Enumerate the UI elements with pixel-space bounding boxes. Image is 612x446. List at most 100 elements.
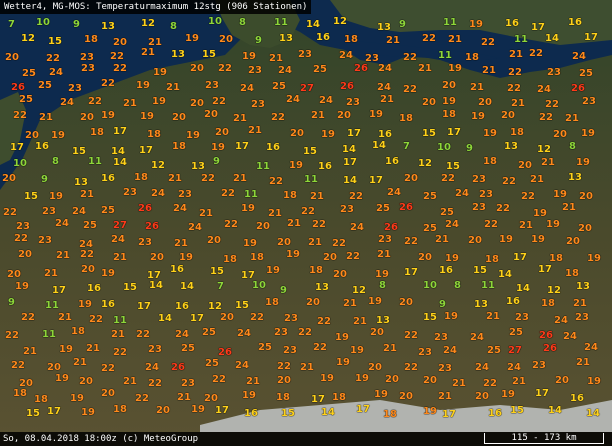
station-temperature: 21: [512, 376, 526, 387]
station-temperature: 22: [5, 330, 19, 341]
station-temperature: 18: [283, 190, 297, 201]
station-temperature: 22: [13, 110, 27, 121]
station-temperature: 17: [447, 127, 461, 138]
station-temperature: 7: [217, 281, 224, 292]
station-temperature: 21: [470, 82, 484, 93]
station-temperature: 9: [280, 285, 287, 296]
station-temperature: 23: [148, 344, 162, 355]
temperature-map: 7 10 9 13 12 8 10 8 11 14 12 13 9 11 19 16 17 16 12 15 18 20 2…: [0, 0, 612, 446]
station-temperature: 21: [311, 110, 325, 121]
station-temperature: 18: [399, 113, 413, 124]
station-temperature: 24: [111, 234, 125, 245]
station-temperature: 22: [89, 314, 103, 325]
station-temperature: 21: [58, 312, 72, 323]
station-temperature: 22: [277, 361, 291, 372]
station-temperature: 13: [171, 49, 185, 60]
station-temperature: 26: [354, 63, 368, 74]
station-temperature: 7: [403, 141, 410, 152]
station-temperature: 24: [55, 218, 69, 229]
station-temperature: 21: [380, 94, 394, 105]
station-temperature: 19: [501, 389, 515, 400]
station-temperature: 25: [313, 64, 327, 75]
station-temperature: 21: [386, 35, 400, 46]
station-temperature: 18: [84, 34, 98, 45]
station-temperature: 14: [586, 408, 600, 419]
station-temperature: 21: [418, 63, 432, 74]
station-temperature: 14: [548, 405, 562, 416]
station-temperature: 27: [113, 220, 127, 231]
station-temperature: 17: [139, 145, 153, 156]
station-temperature: 11: [443, 17, 457, 28]
station-temperature: 21: [141, 47, 155, 58]
station-temperature: 22: [212, 96, 226, 107]
station-temperature: 19: [211, 142, 225, 153]
station-temperature: 23: [479, 189, 493, 200]
station-temperature: 21: [168, 173, 182, 184]
station-temperature: 25: [440, 207, 454, 218]
station-temperature: 19: [186, 130, 200, 141]
station-temperature: 22: [507, 83, 521, 94]
station-temperature: 25: [579, 68, 593, 79]
station-temperature: 24: [72, 206, 86, 217]
map-title: Wetter4, MG-MOS: Temperaturmaximum 12stg…: [0, 0, 312, 14]
station-temperature: 26: [384, 222, 398, 233]
station-temperature: 17: [52, 285, 66, 296]
station-temperature: 21: [23, 346, 37, 357]
station-temperature: 16: [318, 161, 332, 172]
station-temperature: 21: [123, 376, 137, 387]
station-temperature: 17: [538, 264, 552, 275]
station-temperature: 24: [572, 51, 586, 62]
station-temperature: 15: [48, 36, 62, 47]
station-temperature: 24: [554, 315, 568, 326]
station-temperature: 22: [313, 342, 327, 353]
station-temperature: 20: [422, 97, 436, 108]
station-temperature: 19: [49, 191, 63, 202]
station-temperature: 15: [123, 282, 137, 293]
station-temperature: 19: [444, 311, 458, 322]
station-temperature: 15: [24, 191, 38, 202]
station-temperature: 21: [111, 329, 125, 340]
station-temperature: 24: [188, 222, 202, 233]
station-temperature: 24: [470, 332, 484, 343]
station-temperature: 16: [568, 17, 582, 28]
station-temperature: 13: [377, 22, 391, 33]
station-temperature: 19: [241, 203, 255, 214]
station-temperature: 11: [438, 50, 452, 61]
station-temperature: 8: [569, 141, 576, 152]
station-temperature: 21: [377, 249, 391, 260]
station-temperature: 21: [486, 311, 500, 322]
station-temperature: 21: [573, 298, 587, 309]
station-temperature: 24: [319, 95, 333, 106]
station-temperature: 23: [472, 202, 486, 213]
station-temperature: 19: [70, 393, 84, 404]
station-temperature: 19: [179, 252, 193, 263]
station-temperature: 20: [418, 252, 432, 263]
station-temperature: 22: [101, 363, 115, 374]
station-temperature: 21: [246, 376, 260, 387]
station-temperature: 23: [138, 237, 152, 248]
station-temperature: 16: [439, 265, 453, 276]
station-temperature: 20: [277, 375, 291, 386]
station-temperature: 22: [403, 84, 417, 95]
station-temperature: 20: [306, 297, 320, 308]
station-temperature: 24: [235, 360, 249, 371]
station-temperature: 21: [435, 234, 449, 245]
station-temperature: 20: [423, 375, 437, 386]
station-temperature: 23: [274, 327, 288, 338]
station-temperature: 19: [469, 19, 483, 30]
station-temperature: 15: [72, 146, 86, 157]
station-temperature: 24: [443, 345, 457, 356]
station-temperature: 25: [423, 191, 437, 202]
station-temperature: 22: [113, 63, 127, 74]
station-temperature: 20: [204, 393, 218, 404]
station-temperature: 20: [404, 173, 418, 184]
station-temperature: 22: [508, 67, 522, 78]
station-temperature: 19: [289, 160, 303, 171]
station-temperature: 18: [71, 326, 85, 337]
station-temperature: 21: [519, 220, 533, 231]
station-temperature: 17: [356, 404, 370, 415]
station-temperature: 18: [510, 127, 524, 138]
station-temperature: 22: [218, 63, 232, 74]
station-temperature: 20: [204, 109, 218, 120]
station-temperature: 22: [224, 219, 238, 230]
